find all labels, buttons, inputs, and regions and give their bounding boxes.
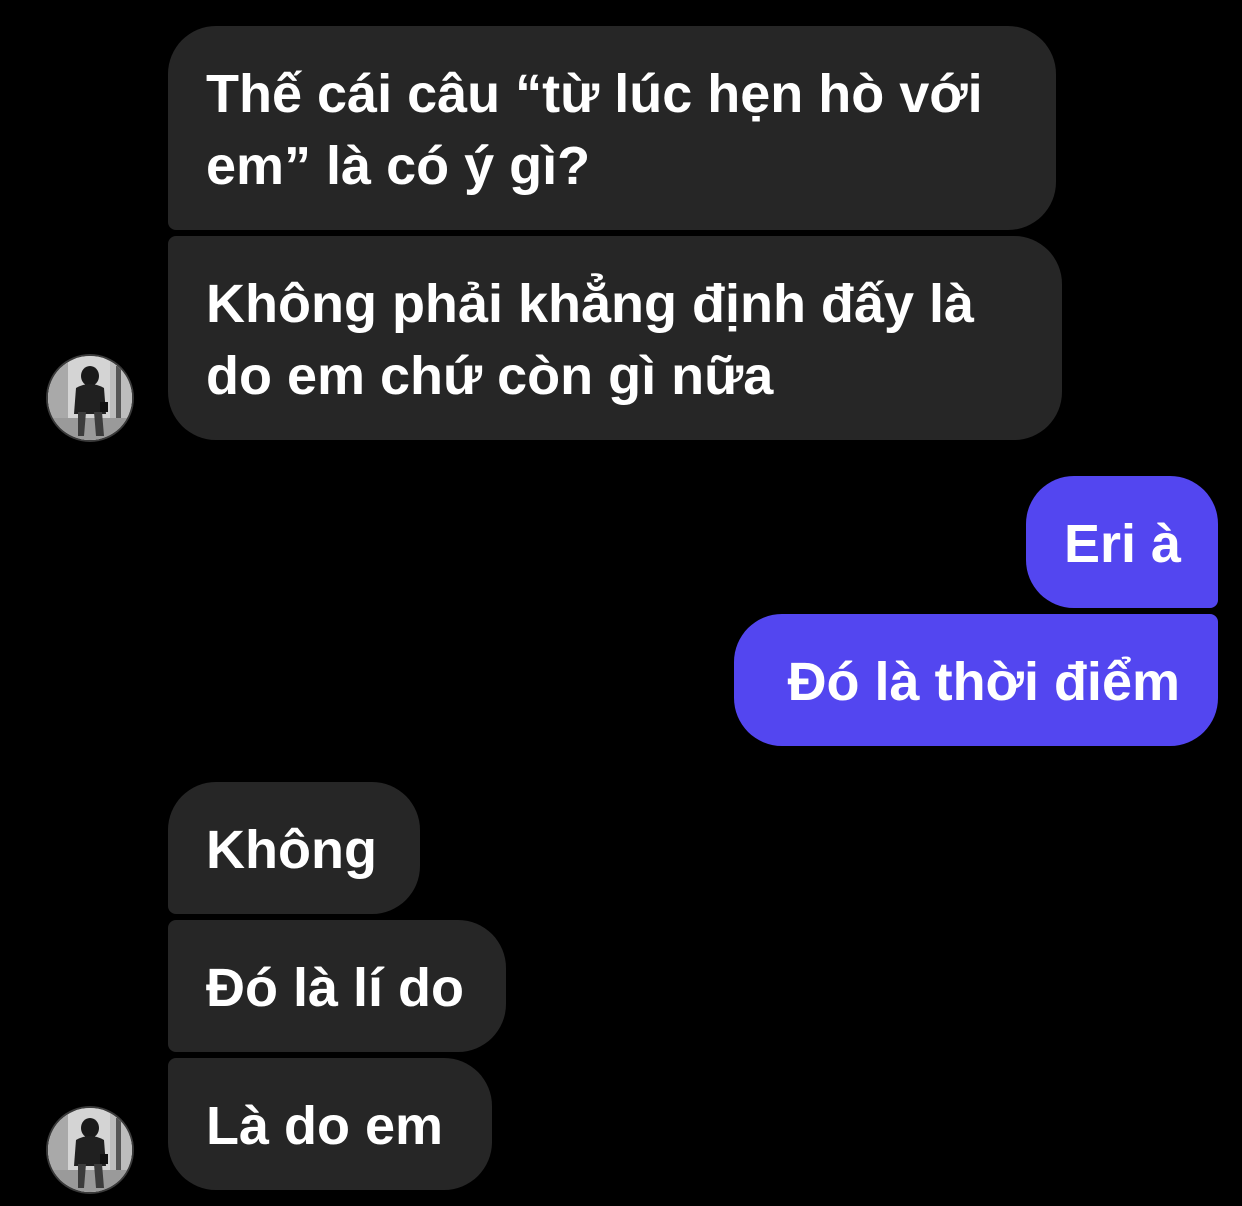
message-text-line: Không phải khẳng định đấy là [206,274,975,334]
message-text: Không [206,820,377,880]
message-text-line: em” là có ý gì? [206,136,591,196]
avatar-photo-icon [48,1108,132,1192]
message-bubble-incoming[interactable]: Là do em [168,1058,492,1190]
message-text: Eri à [1064,514,1182,574]
message-bubble-incoming[interactable]: Không [168,782,420,914]
contact-avatar[interactable] [48,356,132,440]
avatar-photo-icon [48,356,132,440]
message-text-line: do em chứ còn gì nữa [206,346,774,406]
message-bubble-outgoing[interactable]: Đó là thời điểm [734,614,1218,746]
message-text: Đó là thời điểm [787,652,1180,712]
message-bubble-outgoing[interactable]: Eri à [1026,476,1218,608]
message-bubble-incoming[interactable]: Thế cái câu “từ lúc hẹn hò với em” là có… [168,26,1056,230]
message-text-line: Thế cái câu “từ lúc hẹn hò với [206,64,983,124]
message-text: Là do em [206,1096,444,1156]
message-bubble-incoming[interactable]: Đó là lí do [168,920,506,1052]
message-text: Đó là lí do [206,958,465,1018]
contact-avatar[interactable] [48,1108,132,1192]
message-bubble-incoming[interactable]: Không phải khẳng định đấy là do em chứ c… [168,236,1062,440]
